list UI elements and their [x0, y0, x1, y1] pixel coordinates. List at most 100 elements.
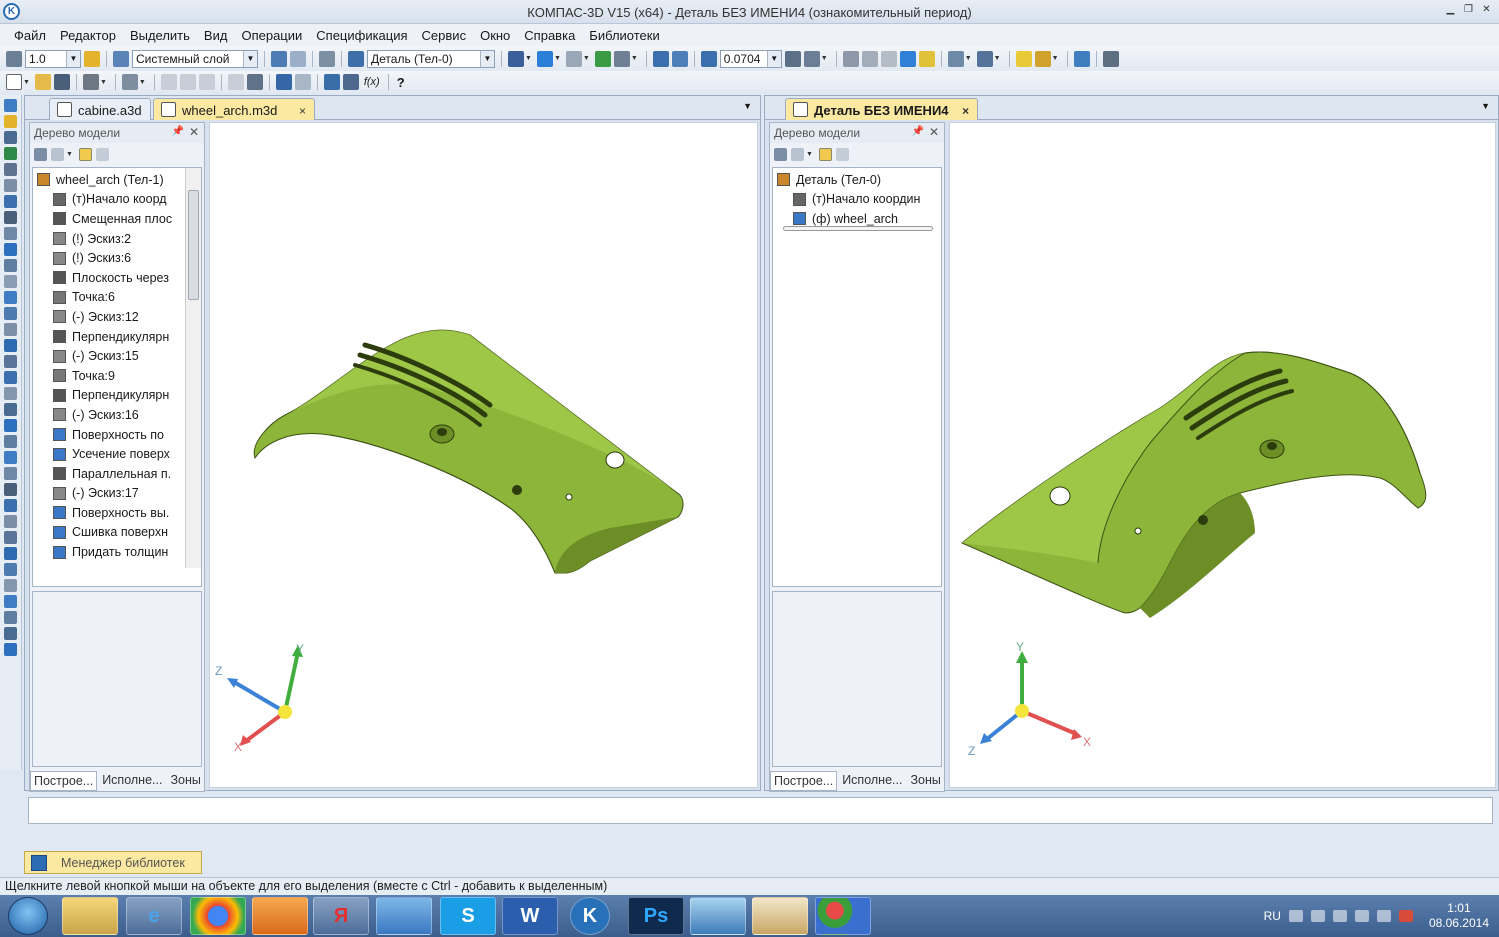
measure-icon[interactable]: [594, 50, 611, 67]
compact-tool-icon[interactable]: [4, 483, 17, 496]
zoom-combo[interactable]: 0.0704 ▼: [719, 49, 782, 68]
pin-icon[interactable]: 📌: [172, 126, 184, 137]
language-indicator[interactable]: RU: [1264, 909, 1281, 923]
chevron-down-icon[interactable]: ▼: [994, 55, 1001, 62]
compact-tool-icon[interactable]: [4, 227, 17, 240]
menu-libraries[interactable]: Библиотеки: [589, 28, 659, 43]
tree-list-icon[interactable]: [835, 147, 849, 161]
compact-tool-icon[interactable]: [4, 195, 17, 208]
library-manager-tab[interactable]: Менеджер библиотек: [24, 851, 202, 874]
taskbar-kompas[interactable]: K: [570, 897, 610, 935]
diagnostics-icon[interactable]: [613, 50, 630, 67]
scroll-thumb[interactable]: [188, 190, 199, 300]
redo-icon[interactable]: [294, 74, 311, 90]
tree-item[interactable]: Точка:9: [37, 366, 199, 386]
chevron-down-icon[interactable]: ▼: [766, 50, 781, 67]
zoom-window-icon[interactable]: [652, 50, 669, 67]
chevron-down-icon[interactable]: ▼: [554, 55, 561, 62]
tree-item[interactable]: (!) Эскиз:2: [37, 229, 199, 249]
compact-tool-icon[interactable]: [4, 99, 17, 112]
tree-item[interactable]: (-) Эскиз:12: [37, 307, 199, 327]
restore-button[interactable]: ❐: [1462, 4, 1475, 16]
compact-tool-icon[interactable]: [4, 547, 17, 560]
tree-filter-icon[interactable]: [791, 147, 804, 161]
3d-viewport-left[interactable]: Y Z X: [209, 122, 758, 788]
compact-tool-icon[interactable]: [4, 563, 17, 576]
chevron-down-icon[interactable]: ▼: [1481, 101, 1490, 111]
tree-item[interactable]: Поверхность вы.: [37, 503, 199, 523]
compact-tool-icon[interactable]: [4, 579, 17, 592]
compact-tool-icon[interactable]: [4, 387, 17, 400]
cut-icon[interactable]: [160, 74, 177, 90]
chevron-down-icon[interactable]: ▼: [100, 79, 107, 86]
start-button[interactable]: [8, 897, 48, 935]
close-tab-icon[interactable]: ×: [299, 104, 306, 118]
orientation-icon[interactable]: [803, 50, 820, 67]
tree-item[interactable]: Параллельная п.: [37, 464, 199, 484]
chevron-down-icon[interactable]: ▼: [139, 79, 146, 86]
shaded-icon[interactable]: [899, 50, 916, 67]
taskbar-paint[interactable]: [752, 897, 808, 935]
compact-tool-icon[interactable]: [4, 467, 17, 480]
tree-item[interactable]: Придать толщин: [37, 542, 199, 562]
chevron-down-icon[interactable]: ▼: [66, 50, 80, 67]
minimize-button[interactable]: ▁: [1444, 4, 1457, 16]
taskbar-mail[interactable]: [376, 897, 432, 935]
chevron-down-icon[interactable]: ▼: [821, 55, 828, 62]
solid-icon[interactable]: [508, 50, 524, 67]
compact-tool-icon[interactable]: [4, 307, 17, 320]
tree-item[interactable]: Смещенная плос: [37, 209, 199, 229]
save-icon[interactable]: [53, 74, 70, 90]
filter-icon[interactable]: [947, 50, 964, 67]
taskbar-photos[interactable]: [690, 897, 746, 935]
compact-tool-icon[interactable]: [4, 403, 17, 416]
tree-item[interactable]: (т)Начало координ: [777, 190, 939, 210]
chevron-down-icon[interactable]: ▼: [631, 55, 638, 62]
tab-zones[interactable]: Зоны: [167, 771, 203, 791]
compact-tool-icon[interactable]: [4, 291, 17, 304]
hidden-lines-icon[interactable]: [861, 50, 878, 67]
lock-snap-icon[interactable]: [84, 50, 100, 67]
compact-tool-icon[interactable]: [4, 515, 17, 528]
tree-item[interactable]: (-) Эскиз:15: [37, 346, 199, 366]
menu-view[interactable]: Вид: [204, 28, 228, 43]
compact-tool-icon[interactable]: [4, 643, 17, 656]
compact-tool-icon[interactable]: [4, 435, 17, 448]
taskbar-ie[interactable]: e: [126, 897, 182, 935]
compact-tool-icon[interactable]: [4, 323, 17, 336]
copy-icon[interactable]: [179, 74, 196, 90]
tab-part-unnamed[interactable]: Деталь БЕЗ ИМЕНИ4 ×: [785, 98, 979, 120]
vertical-scrollbar[interactable]: [185, 168, 201, 568]
tab-versions[interactable]: Исполне...: [839, 771, 905, 791]
tree-item[interactable]: (-) Эскиз:17: [37, 484, 199, 504]
menu-file[interactable]: Файл: [14, 28, 46, 43]
chevron-down-icon[interactable]: ▼: [23, 79, 30, 86]
compact-tool-icon[interactable]: [4, 355, 17, 368]
chevron-down-icon[interactable]: ▼: [66, 151, 73, 158]
compact-tool-icon[interactable]: [4, 243, 17, 256]
tree-item[interactable]: Перпендикулярн: [37, 327, 199, 347]
compact-tool-icon[interactable]: [4, 259, 17, 272]
menu-operations[interactable]: Операции: [241, 28, 302, 43]
tree-item[interactable]: wheel_arch (Тел-1): [37, 170, 199, 190]
compact-tool-icon[interactable]: [4, 419, 17, 432]
taskbar-skype[interactable]: S: [440, 897, 496, 935]
globe-icon[interactable]: [1073, 50, 1090, 67]
compact-tool-icon[interactable]: [4, 339, 17, 352]
copy-properties-icon[interactable]: [290, 50, 306, 67]
tree-item[interactable]: Усечение поверх: [37, 444, 199, 464]
tab-cabine[interactable]: cabine.a3d: [49, 98, 151, 120]
chevron-down-icon[interactable]: ▼: [243, 50, 257, 67]
wireframe-icon[interactable]: [842, 50, 859, 67]
undo-icon[interactable]: [275, 74, 292, 90]
shaded-edges-icon[interactable]: [918, 50, 935, 67]
compact-tool-icon[interactable]: [4, 179, 17, 192]
compact-tool-icon[interactable]: [4, 499, 17, 512]
taskbar-chrome[interactable]: [190, 897, 246, 935]
library-icon[interactable]: [342, 74, 359, 90]
taskbar-word[interactable]: W: [502, 897, 558, 935]
chevron-down-icon[interactable]: ▼: [965, 55, 972, 62]
chevron-down-icon[interactable]: ▼: [480, 50, 494, 67]
menu-window[interactable]: Окно: [480, 28, 510, 43]
tab-versions[interactable]: Исполне...: [99, 771, 165, 791]
